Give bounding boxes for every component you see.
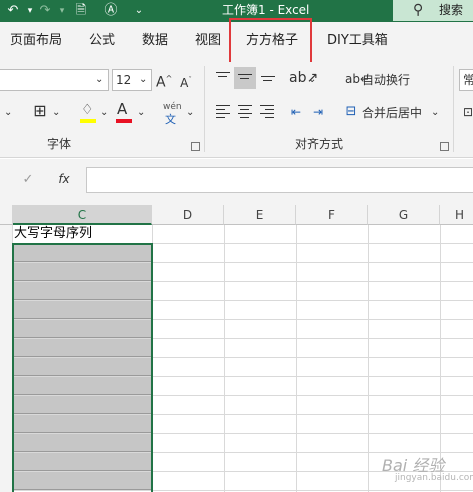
font-group-label: 字体: [47, 137, 72, 151]
watermark-url: jingyan.baidu.com: [395, 473, 473, 483]
font-dialog-launcher-icon[interactable]: [191, 142, 200, 151]
chevron-down-icon[interactable]: ⌄: [431, 104, 439, 122]
increase-indent-icon[interactable]: ⇥: [310, 103, 326, 121]
font-name-select[interactable]: ⌄: [0, 69, 109, 91]
column-header-g[interactable]: G: [368, 205, 440, 225]
decrease-indent-icon[interactable]: ⇤: [288, 103, 304, 121]
orientation-icon[interactable]: ab↗: [289, 69, 318, 87]
ribbon: ⌄ 12 ⌄ A^ Aˇ ⌄ ⊞ ⌄ ♢ ⌄ A ⌄ wén 文 ⌄ 字体 ab…: [0, 62, 473, 158]
align-middle-icon: [238, 71, 252, 82]
number-format-value: 常: [463, 73, 473, 87]
chevron-down-icon[interactable]: ⌄: [4, 104, 12, 122]
search-icon: ⚲: [413, 2, 424, 18]
chevron-down-icon: ⌄: [139, 74, 148, 85]
worksheet-grid[interactable]: C D E F G H 大写字母序列: [0, 201, 473, 492]
chevron-down-icon[interactable]: ⌄: [100, 104, 108, 122]
accounting-format-icon[interactable]: ⊡: [462, 103, 473, 121]
align-bottom-icon[interactable]: [261, 73, 275, 84]
undo-icon[interactable]: ↶: [4, 2, 22, 20]
font-size-select[interactable]: 12 ⌄: [112, 69, 152, 91]
wrap-text-icon[interactable]: ab↵: [345, 70, 370, 88]
alignment-dialog-launcher-icon[interactable]: [440, 142, 449, 151]
selection-range-border: [12, 243, 153, 492]
column-header-c[interactable]: C: [13, 205, 152, 225]
search-box[interactable]: ⚲ 搜索: [393, 0, 473, 21]
phonetic-guide-button[interactable]: wén 文: [160, 100, 184, 126]
tab-page-layout[interactable]: 页面布局: [10, 32, 62, 50]
increase-font-icon[interactable]: A^: [156, 70, 172, 92]
align-right-icon[interactable]: [260, 102, 274, 121]
font-color-button[interactable]: A: [116, 100, 134, 124]
align-left-icon[interactable]: [216, 102, 230, 121]
decrease-font-icon[interactable]: Aˇ: [178, 71, 194, 92]
column-header-d[interactable]: D: [152, 205, 224, 225]
row-header-corner[interactable]: [0, 205, 13, 225]
phonetic-char: 文: [165, 113, 176, 126]
customize-quick-access-icon[interactable]: ⌄: [132, 2, 146, 20]
align-top-icon[interactable]: [216, 69, 230, 80]
chevron-down-icon[interactable]: ⌄: [52, 104, 60, 122]
text-format-icon[interactable]: Ⓐ: [102, 2, 120, 20]
align-center-icon[interactable]: [238, 102, 252, 121]
tab-view[interactable]: 视图: [195, 32, 221, 50]
group-divider: [204, 66, 205, 152]
redo-dropdown-icon[interactable]: ▾: [56, 2, 68, 20]
column-header-e[interactable]: E: [224, 205, 296, 225]
font-color-swatch: [116, 119, 132, 123]
save-file-icon[interactable]: 🗎: [72, 2, 90, 20]
enter-check-icon[interactable]: ✓: [20, 171, 36, 189]
group-divider: [453, 66, 454, 152]
alignment-group-label: 对齐方式: [295, 137, 344, 151]
font-size-value: 12: [116, 73, 132, 87]
redo-icon[interactable]: ↷: [36, 2, 54, 20]
merge-center-icon[interactable]: ⊟: [343, 103, 359, 121]
chevron-down-icon[interactable]: ⌄: [137, 104, 145, 122]
insert-function-icon[interactable]: fx: [55, 170, 73, 188]
borders-icon[interactable]: ⊞: [31, 102, 49, 120]
wrap-text-label[interactable]: 自动换行: [362, 71, 410, 89]
cell-c1[interactable]: 大写字母序列: [13, 225, 152, 243]
search-label: 搜索: [439, 3, 464, 17]
window-title: 工作簿1 - Excel: [222, 3, 310, 17]
align-middle-button[interactable]: [234, 67, 256, 89]
font-color-icon: A: [117, 100, 128, 118]
chevron-down-icon[interactable]: ⌄: [308, 71, 316, 89]
formula-input[interactable]: [86, 167, 473, 193]
formula-bar: ✓ fx: [0, 159, 473, 201]
number-format-select[interactable]: 常: [459, 69, 473, 91]
column-header-h[interactable]: H: [440, 205, 473, 225]
row-header-strip[interactable]: [0, 225, 12, 492]
fill-color-swatch: [80, 119, 96, 123]
tab-data[interactable]: 数据: [142, 32, 168, 50]
merge-center-label[interactable]: 合并后居中: [362, 104, 422, 122]
tab-diy-toolbox[interactable]: DIY工具箱: [327, 32, 388, 50]
chevron-down-icon: ⌄: [95, 74, 104, 85]
tab-formulas[interactable]: 公式: [89, 32, 115, 50]
undo-dropdown-icon[interactable]: ▾: [24, 2, 36, 20]
fill-color-button[interactable]: ♢: [80, 101, 98, 125]
chevron-down-icon[interactable]: ⌄: [186, 104, 194, 122]
column-header-f[interactable]: F: [296, 205, 368, 225]
paint-bucket-icon: ♢: [81, 102, 94, 118]
